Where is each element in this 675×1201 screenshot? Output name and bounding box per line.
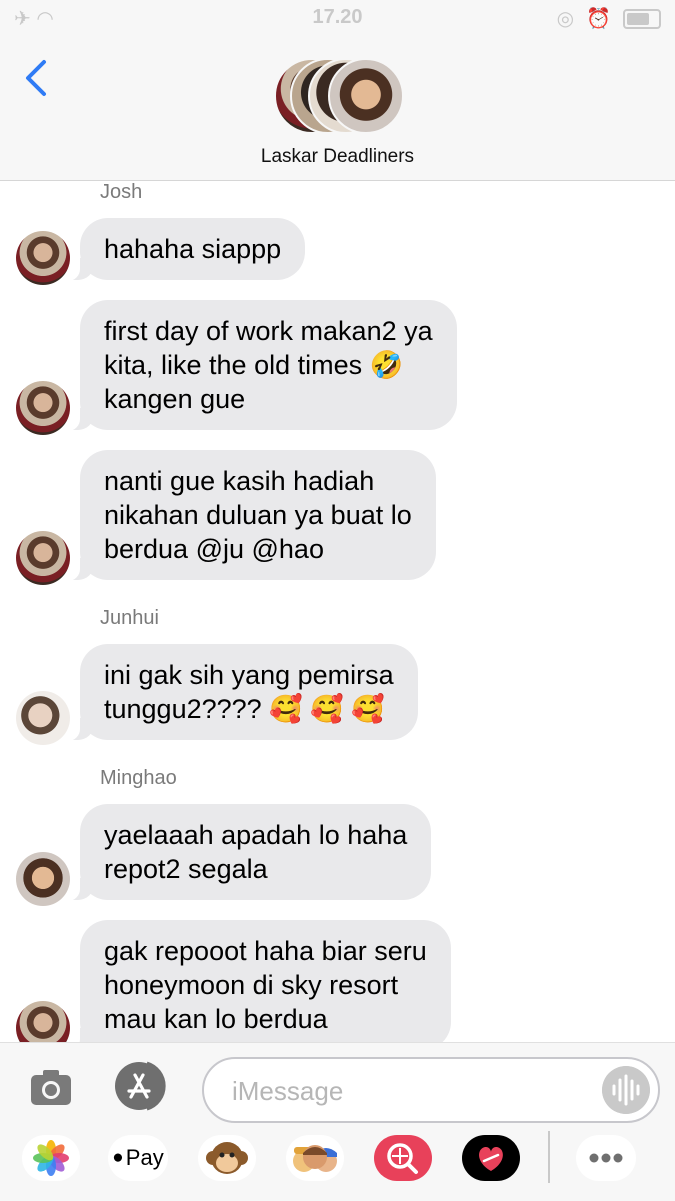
photos-app-icon[interactable] <box>22 1135 80 1181</box>
compose-bar: ● Pay <box>0 1042 675 1201</box>
message-line: kangen gue <box>104 384 246 414</box>
avatar[interactable] <box>16 231 70 285</box>
status-bar: ✈ ◠ 17.20 ◎ ⏰ <box>0 0 675 36</box>
message-line: berdua @ju @hao <box>104 534 324 564</box>
app-drawer: ● Pay <box>0 1131 675 1195</box>
message-line: gak repooot haha biar seru <box>104 936 427 966</box>
group-avatar-4 <box>328 58 404 134</box>
message-bubble[interactable]: first day of work makan2 ya kita, like t… <box>66 300 457 431</box>
message-line: first day of work makan2 ya <box>104 316 433 346</box>
avatar[interactable] <box>16 531 70 585</box>
message-field[interactable] <box>202 1057 660 1123</box>
chevron-left-icon[interactable] <box>22 58 48 98</box>
memoji-stickers-icon[interactable] <box>286 1135 344 1181</box>
apple-pay-icon[interactable]: ● Pay <box>108 1135 168 1181</box>
message-bubble[interactable]: hahaha siappp <box>65 218 306 281</box>
message-line: nanti gue kasih hadiah <box>104 466 375 496</box>
message-line: repot2 segala <box>104 854 268 884</box>
conversation-header: Laskar Deadliners <box>0 36 675 181</box>
message-bubble[interactable]: yaelaaah apadah lo haha repot2 segala <box>65 804 432 901</box>
status-right-icons: ◎ ⏰ <box>557 6 661 31</box>
battery-icon <box>623 8 661 29</box>
sender-name: Junhui <box>100 607 159 629</box>
app-store-icon[interactable] <box>114 1061 172 1111</box>
search-images-icon[interactable] <box>374 1135 432 1181</box>
audio-waveform-icon[interactable] <box>602 1066 650 1114</box>
message-bubble[interactable]: gak repooot haha biar seru honeymoon di … <box>66 920 451 1051</box>
message-line: mau kan lo berdua <box>104 1004 328 1034</box>
message-line: nikahan duluan ya buat lo <box>104 500 412 530</box>
sender-name: Minghao <box>100 767 177 789</box>
camera-icon[interactable] <box>28 1065 74 1111</box>
message-bubble[interactable]: ini gak sih yang pemirsa tunggu2???? 🥰 🥰… <box>66 644 418 741</box>
message-line: yaelaaah apadah lo haha <box>104 820 408 850</box>
message-line: ini gak sih yang pemirsa <box>104 660 394 690</box>
message-line: kita, like the old times 🤣 <box>104 350 404 380</box>
orientation-lock-icon: ◎ <box>556 8 575 30</box>
apple-pay-label: Pay <box>125 1145 164 1170</box>
avatar[interactable] <box>16 691 70 745</box>
message-bubble[interactable]: nanti gue kasih hadiah nikahan duluan ya… <box>66 450 436 581</box>
alarm-icon: ⏰ <box>586 8 611 30</box>
apple-logo-icon: ● <box>112 1147 124 1168</box>
message-line: honeymoon di sky resort <box>104 970 399 1000</box>
message-line: tunggu2???? 🥰 🥰 🥰 <box>104 694 386 724</box>
digital-touch-icon[interactable] <box>462 1135 520 1181</box>
message-input[interactable] <box>230 1071 594 1111</box>
group-name[interactable]: Laskar Deadliners <box>0 146 675 168</box>
group-avatars[interactable] <box>274 58 404 134</box>
sender-name: Josh <box>100 181 143 203</box>
app-drawer-divider <box>548 1131 550 1183</box>
avatar[interactable] <box>16 381 70 435</box>
more-icon[interactable] <box>576 1135 636 1181</box>
avatar[interactable] <box>16 852 70 906</box>
message-line: hahaha siappp <box>104 234 282 264</box>
monkey-animoji-icon[interactable] <box>198 1135 256 1181</box>
